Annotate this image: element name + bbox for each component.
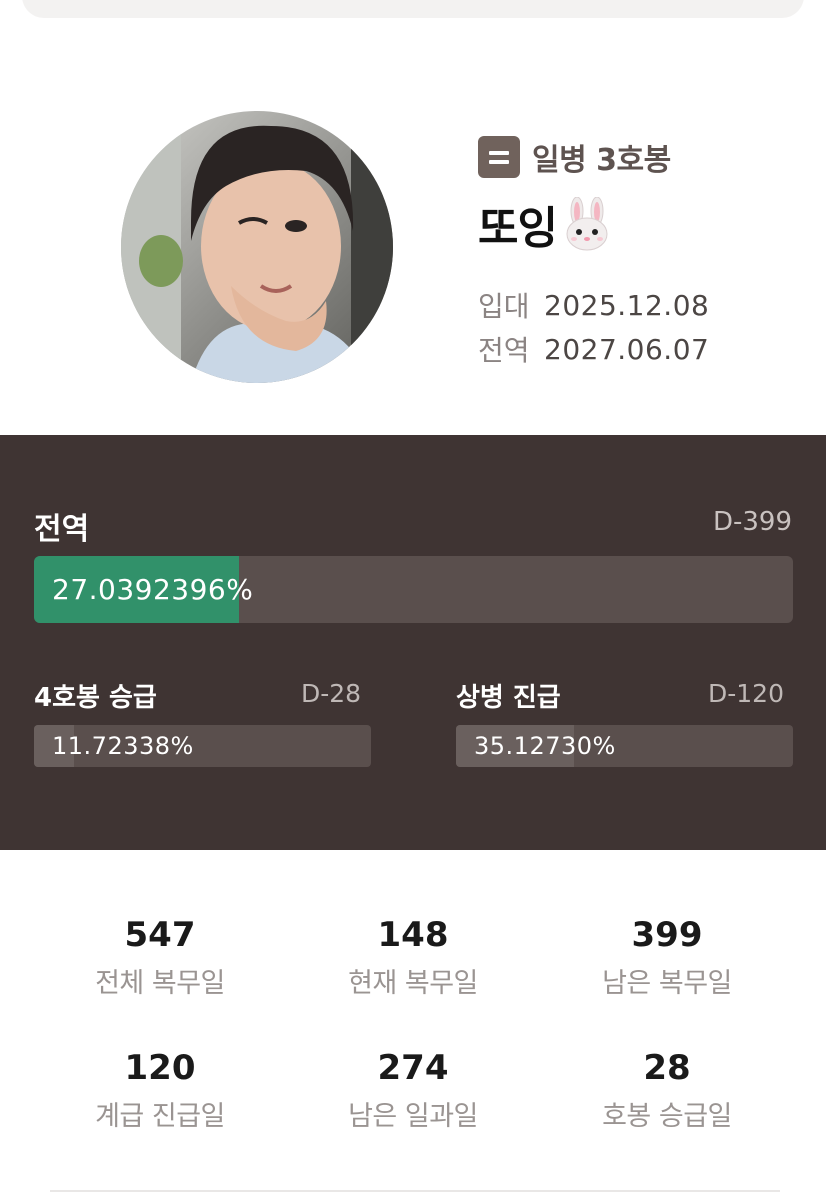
stat-total-service-days: 547 전체 복무일 [33,915,287,1000]
rank-up-progress-percent: 35.12730% [474,732,616,760]
stat-label: 남은 복무일 [602,968,732,999]
promotion-progress-percent: 11.72338% [52,732,194,760]
stat-label: 남은 일과일 [348,1101,478,1132]
profile-page: 일병 3호봉 또잉 입대 2025.12.08 전역 2027.06.07 전역… [0,0,826,1200]
rank-up-dday: D-120 [708,679,784,708]
divider [50,1190,780,1192]
discharge-date: 2027.06.07 [544,332,710,366]
discharge-progress-title: 전역 [34,512,90,547]
enlist-label: 입대 [478,290,530,323]
stat-current-service-days: 148 현재 복무일 [286,915,540,1000]
rank-insignia-icon [478,136,520,178]
rank-up-progress-title: 상병 진급 [456,683,561,713]
stat-label: 계급 진급일 [95,1101,225,1132]
discharge-progress-percent: 27.0392396% [52,573,254,606]
discharge-label: 전역 [478,334,530,367]
promotion-progress-title: 4호봉 승급 [34,683,157,713]
avatar[interactable] [121,111,393,383]
discharge-dday: D-399 [712,507,792,537]
stat-value: 274 [377,1048,449,1088]
stat-remaining-service-days: 399 남은 복무일 [540,915,794,1000]
discharge-date-row: 전역 2027.06.07 [478,329,709,369]
stat-value: 399 [631,915,703,955]
rank-row: 일병 3호봉 [478,136,671,178]
rank-label: 일병 3호봉 [532,143,671,178]
user-name: 또잉 [478,203,558,254]
enlist-date-row: 입대 2025.12.08 [478,285,709,325]
name-row: 또잉 [478,192,613,256]
enlist-date: 2025.12.08 [544,288,710,322]
stat-rank-promotion-day: 120 계급 진급일 [33,1048,287,1133]
stat-label: 전체 복무일 [95,968,225,999]
stat-remaining-work-days: 274 남은 일과일 [286,1048,540,1133]
stat-value: 28 [643,1048,691,1088]
discharge-progress-bar: 27.0392396% [34,556,793,623]
promotion-progress-bar: 11.72338% [34,725,371,767]
stat-value: 547 [124,915,196,955]
stat-value: 120 [124,1048,196,1088]
stat-step-promotion-day: 28 호봉 승급일 [540,1048,794,1133]
top-card-edge [22,0,804,18]
stat-label: 현재 복무일 [348,968,478,999]
rank-up-progress-bar: 35.12730% [456,725,793,767]
promotion-dday: D-28 [301,679,362,708]
progress-panel [0,435,826,850]
stat-label: 호봉 승급일 [602,1101,732,1132]
rabbit-face-icon [566,197,608,251]
stat-value: 148 [377,915,449,955]
